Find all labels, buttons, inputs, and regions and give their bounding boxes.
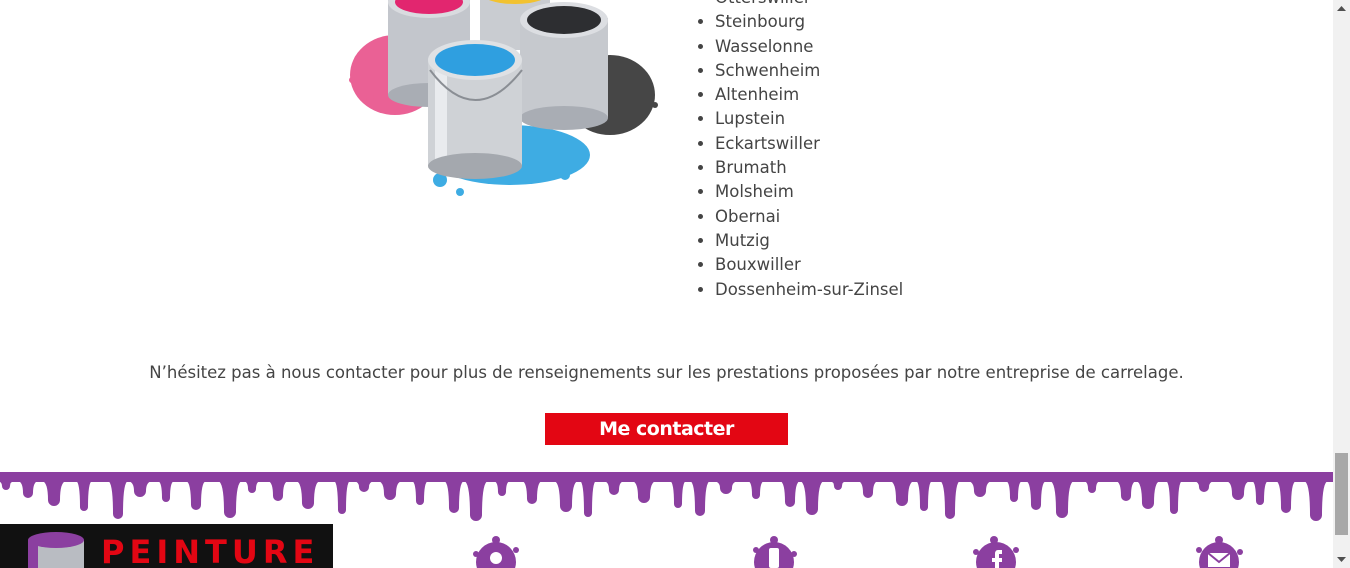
paint-drip bbox=[890, 481, 914, 506]
paint-drip bbox=[830, 481, 846, 490]
paint-drip bbox=[186, 481, 206, 510]
paint-drip bbox=[522, 481, 542, 504]
paint-drip bbox=[1116, 481, 1136, 501]
paint-drip bbox=[714, 481, 738, 494]
paint-drip-band bbox=[0, 472, 1333, 521]
paint-drip bbox=[268, 481, 288, 501]
paint-drip bbox=[296, 481, 320, 509]
paint-drip bbox=[604, 481, 624, 495]
paint-drip bbox=[494, 481, 510, 496]
paint-drip bbox=[444, 481, 464, 513]
paint-drip bbox=[1252, 481, 1268, 505]
city-list-item: Otterswiller bbox=[715, 0, 903, 10]
vertical-scrollbar[interactable] bbox=[1333, 0, 1350, 568]
paint-drip bbox=[1084, 481, 1100, 493]
city-list-item: Bouxwiller bbox=[715, 253, 903, 277]
paint-drip bbox=[858, 481, 878, 498]
paint-drip bbox=[412, 481, 428, 505]
city-list-item: Obernai bbox=[715, 205, 903, 229]
paint-drip bbox=[128, 481, 152, 497]
paint-drip bbox=[378, 481, 402, 500]
city-list-item: Dossenheim-sur-Zinsel bbox=[715, 278, 903, 302]
page-content: OtterswillerSteinbourgWasselonneSchwenhe… bbox=[0, 0, 1333, 568]
paint-drip bbox=[42, 481, 66, 506]
city-list-item: Altenheim bbox=[715, 83, 903, 107]
contact-button[interactable]: Me contacter bbox=[545, 413, 788, 445]
paint-drip bbox=[580, 481, 596, 517]
paint-drip bbox=[748, 481, 764, 499]
city-list-item: Lupstein bbox=[715, 107, 903, 131]
paint-drip bbox=[244, 481, 260, 493]
paint-drip bbox=[1050, 481, 1074, 518]
footer: PEINTURE bbox=[0, 472, 1333, 568]
paint-cans-image bbox=[349, 0, 658, 196]
city-list-item: Mutzig bbox=[715, 229, 903, 253]
city-list-item: Eckartswiller bbox=[715, 132, 903, 156]
scroll-up-arrow-icon[interactable] bbox=[1333, 0, 1350, 17]
logo-text: PEINTURE bbox=[101, 533, 320, 568]
paint-drip bbox=[1166, 481, 1182, 514]
paint-can-logo-icon bbox=[28, 532, 84, 568]
paint-drip bbox=[1026, 481, 1046, 510]
city-list-item: Wasselonne bbox=[715, 35, 903, 59]
facebook-icon[interactable] bbox=[970, 536, 1022, 568]
paint-drip bbox=[0, 481, 14, 490]
paint-drip bbox=[334, 481, 350, 514]
paint-drip bbox=[1006, 481, 1022, 502]
paint-drip bbox=[554, 481, 578, 512]
paint-drip bbox=[218, 481, 242, 518]
footer-logo[interactable]: PEINTURE bbox=[0, 524, 333, 568]
city-list-item: Steinbourg bbox=[715, 10, 903, 34]
scroll-down-arrow-icon[interactable] bbox=[1333, 551, 1350, 568]
paint-drip bbox=[1276, 481, 1296, 513]
email-icon[interactable] bbox=[1193, 536, 1245, 568]
scrollbar-thumb[interactable] bbox=[1335, 453, 1348, 535]
paint-drip bbox=[670, 481, 686, 508]
paint-drip bbox=[1194, 481, 1214, 492]
paint-drip bbox=[1226, 481, 1250, 500]
paint-drip bbox=[916, 481, 932, 511]
paint-drip bbox=[108, 481, 128, 519]
city-list: OtterswillerSteinbourgWasselonneSchwenhe… bbox=[697, 0, 903, 302]
paint-drip bbox=[18, 481, 38, 498]
paint-drip bbox=[354, 481, 374, 492]
paint-drip bbox=[1136, 481, 1160, 509]
phone-icon[interactable] bbox=[748, 536, 800, 568]
paint-drip bbox=[76, 481, 92, 511]
city-list-item: Brumath bbox=[715, 156, 903, 180]
city-list-item: Schwenheim bbox=[715, 59, 903, 83]
paint-drip bbox=[940, 481, 960, 519]
location-icon[interactable] bbox=[470, 536, 522, 568]
paint-drip bbox=[632, 481, 656, 503]
paint-drip bbox=[1304, 481, 1328, 521]
paint-drip bbox=[690, 481, 710, 516]
city-list-item: Molsheim bbox=[715, 180, 903, 204]
contact-prompt-text: N’hésitez pas à nous contacter pour plus… bbox=[149, 363, 1184, 382]
paint-drip bbox=[464, 481, 488, 521]
paint-drip bbox=[780, 481, 800, 507]
paint-drip bbox=[158, 481, 174, 502]
paint-drip bbox=[968, 481, 992, 497]
paint-drip bbox=[800, 481, 824, 515]
